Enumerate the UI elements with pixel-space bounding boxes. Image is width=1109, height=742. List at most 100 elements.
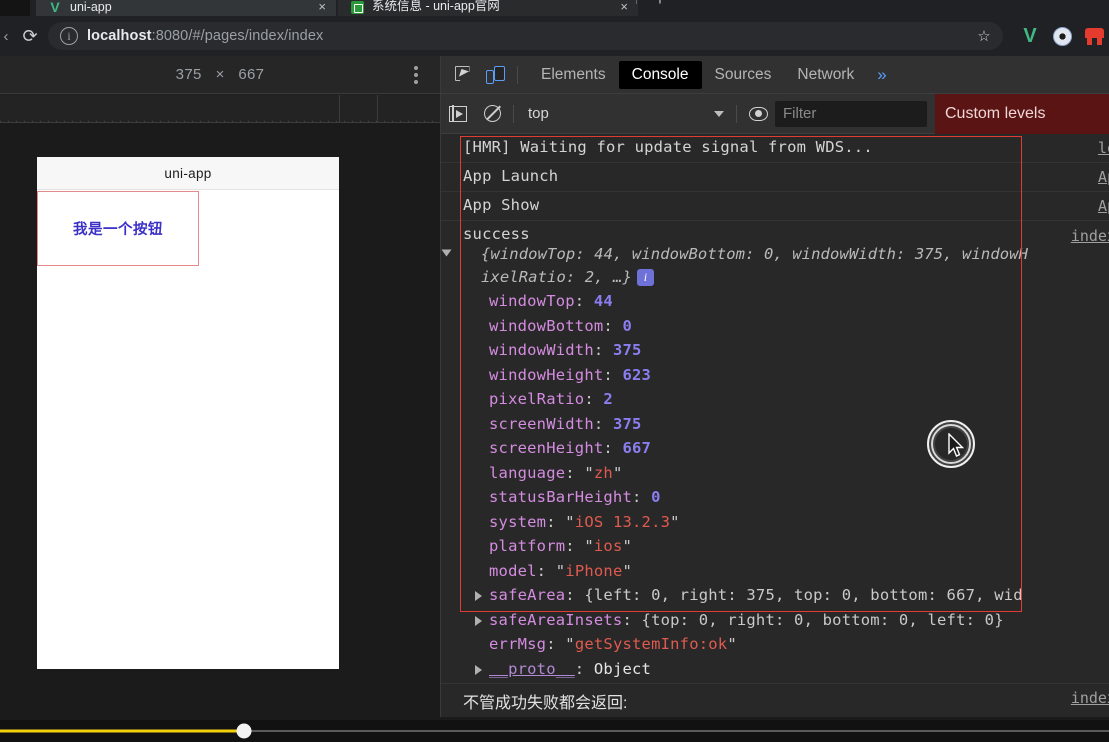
kebab-menu-icon[interactable] [414,65,418,84]
expand-triangle-icon[interactable] [475,664,482,675]
property-value: zh [593,463,613,482]
browser-tab-uni-app[interactable]: V uni-app × [36,0,336,16]
close-icon[interactable]: × [318,0,326,14]
object-preview-line-1: {windowTop: 44, windowBottom: 0, windowW… [481,245,1029,263]
object-property-row[interactable]: windowWidth: 375 [489,338,1109,363]
new-tab-button[interactable]: + [646,0,674,14]
info-badge-icon[interactable]: i [636,269,654,286]
object-property-row[interactable]: windowBottom: 0 [489,314,1109,339]
property-key: safeArea [489,586,566,604]
tab-sources[interactable]: Sources [702,61,785,89]
object-property-row[interactable]: windowHeight: 623 [489,363,1109,388]
property-value: iOS 13.2.3 [574,512,671,531]
console-filter-bar: top Custom levels [441,93,1109,134]
object-property-row[interactable]: pixelRatio: 2 [489,387,1109,412]
log-source-link[interactable]: Ap [1098,168,1109,186]
phone-screen: uni-app 我是一个按钮 [37,157,339,669]
tab-title: uni-app [70,0,112,14]
live-expression-icon[interactable] [741,97,775,131]
window-left-corner [0,0,30,16]
expand-triangle-icon[interactable] [475,591,482,601]
property-key: language [489,463,566,482]
execution-context-value: top [528,105,549,122]
devtools-tabbar: Elements Console Sources Network » [441,56,1109,94]
tab-elements[interactable]: Elements [528,61,619,89]
property-value-preview: {top: 0, right: 0, bottom: 0, left: 0} [641,610,1004,629]
devtools-panel: Elements Console Sources Network » top C… [440,56,1109,720]
console-object-result[interactable]: index success {windowTop: 44, windowBott… [441,221,1109,684]
property-value: 623 [622,365,652,384]
property-key: windowBottom [489,316,604,335]
object-property-row-expandable[interactable]: safeAreaInsets: {top: 0, right: 0, botto… [475,608,1109,633]
object-property-row[interactable]: errMsg: "getSystemInfo:ok" [489,632,1109,657]
object-property-row[interactable]: screenWidth: 375 [489,412,1109,437]
console-log-row[interactable]: App Show Ap [441,192,1109,221]
dimension-separator: × [215,66,225,83]
address-bar[interactable]: i localhost:8080/#/pages/index/index ☆ [48,22,1003,50]
tab-network[interactable]: Network [784,61,867,89]
log-message: 不管成功失败都会返回: [463,695,628,712]
proto-value: Object [593,659,652,678]
object-property-row[interactable]: platform: "ios" [489,534,1109,559]
log-source-link[interactable]: Ap [1098,197,1109,215]
red-extension-icon[interactable] [1081,23,1107,49]
property-value: 375 [612,341,642,359]
info-icon[interactable]: i [60,27,78,45]
inspect-element-icon[interactable] [448,60,478,90]
tab-title: 系统信息 - uni-app官网 [372,0,500,13]
device-viewport-area: uni-app 我是一个按钮 [0,95,440,720]
filter-input[interactable] [775,100,927,127]
object-property-row-expandable[interactable]: safeArea: {left: 0, right: 375, top: 0, … [475,583,1109,608]
log-source-link[interactable]: index [1071,689,1109,707]
expand-triangle-icon[interactable] [441,249,452,257]
property-value: ios [593,537,623,555]
reload-icon[interactable]: ⟳ [12,18,48,54]
property-value: 44 [593,292,613,310]
object-property-row[interactable]: statusBarHeight: 0 [489,485,1109,510]
console-sidebar-icon[interactable] [441,97,475,131]
vue-icon: V [50,0,60,15]
log-message: App Launch [463,167,559,185]
property-key: windowTop [489,292,575,310]
object-property-row[interactable]: windowTop: 44 [489,289,1109,314]
uni-app-button[interactable]: 我是一个按钮 [37,191,199,266]
object-proto-row[interactable]: __proto__: Object [475,657,1109,682]
property-key: statusBarHeight [489,488,632,506]
browser-tab-uni-app-docs[interactable]: 系统信息 - uni-app官网 × [338,0,638,16]
tab-divider [636,0,637,4]
seek-progress-fill [0,729,244,733]
log-source-link[interactable]: lo [1098,139,1109,157]
console-log-row[interactable]: App Launch Ap [441,163,1109,192]
more-tabs-icon[interactable]: » [867,61,896,89]
clear-console-icon[interactable] [475,97,509,131]
console-output[interactable]: [HMR] Waiting for update signal from WDS… [441,134,1109,720]
phone-navbar: uni-app [37,157,339,190]
toolbar-divider [517,65,518,84]
browser-toolbar: ‹ ⟳ i localhost:8080/#/pages/index/index… [0,16,1109,56]
object-preview: {windowTop: 44, windowBottom: 0, windowW… [463,243,1109,289]
log-levels-button[interactable]: Custom levels [935,93,1109,134]
console-log-row-chinese[interactable]: 不管成功失败都会返回: index [441,684,1109,719]
video-seek-bar[interactable] [0,720,1109,742]
expand-triangle-icon[interactable] [475,615,482,626]
console-log-row[interactable]: [HMR] Waiting for update signal from WDS… [441,134,1109,163]
property-value: getSystemInfo:ok [574,635,728,653]
object-property-row[interactable]: model: "iPhone" [489,559,1109,584]
bookmark-star-icon[interactable]: ☆ [969,23,999,49]
close-icon[interactable]: × [620,0,628,14]
object-property-row[interactable]: language: "zh" [489,461,1109,486]
property-value: 0 [651,488,661,506]
tab-console[interactable]: Console [618,60,702,89]
device-height-input[interactable]: 667 [238,66,264,83]
device-width-input[interactable]: 375 [176,66,202,83]
device-toolbar-icon[interactable] [480,60,510,90]
back-arrow-icon[interactable]: ‹ [0,28,12,45]
log-message: [HMR] Waiting for update signal from WDS… [463,138,873,156]
seek-knob[interactable] [236,723,252,739]
object-property-row[interactable]: screenHeight: 667 [489,436,1109,461]
eye-extension-icon[interactable] [1049,23,1075,49]
execution-context-select[interactable]: top [518,101,732,127]
object-property-row[interactable]: system: "iOS 13.2.3" [489,510,1109,535]
vue-devtools-icon[interactable]: V [1017,23,1043,49]
url-host: localhost [87,28,152,44]
